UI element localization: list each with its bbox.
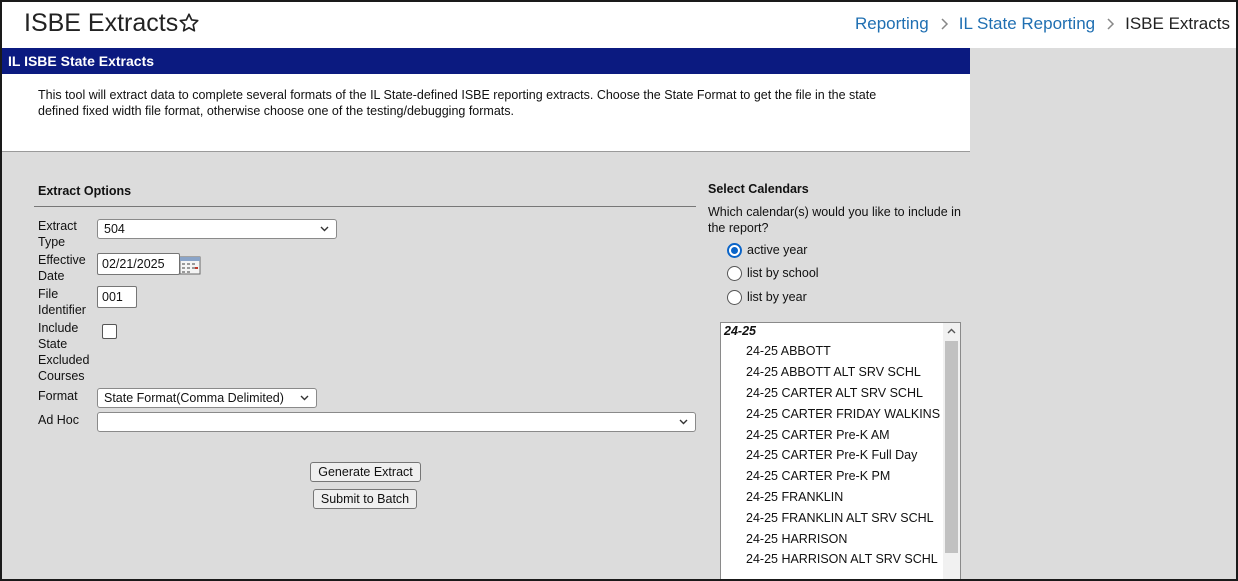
select-calendars-heading: Select Calendars bbox=[708, 182, 809, 196]
chevron-down-icon bbox=[679, 419, 688, 425]
page-header: ISBE Extracts Reporting IL State Reporti… bbox=[2, 2, 1236, 48]
breadcrumb-il-state-reporting[interactable]: IL State Reporting bbox=[959, 14, 1095, 34]
calendar-option[interactable]: 24-25 ABBOTT ALT SRV SCHL bbox=[746, 365, 943, 379]
calendar-option[interactable]: 24-25 CARTER ALT SRV SCHL bbox=[746, 386, 943, 400]
breadcrumb-reporting[interactable]: Reporting bbox=[855, 14, 929, 34]
radio-active-year-label: active year bbox=[747, 243, 808, 257]
page-title: ISBE Extracts bbox=[24, 9, 179, 37]
extract-type-label: Extract Type bbox=[38, 219, 77, 249]
include-excluded-checkbox[interactable] bbox=[102, 324, 117, 339]
chevron-down-icon bbox=[320, 226, 329, 232]
extract-options-heading: Extract Options bbox=[38, 184, 132, 198]
calendar-option[interactable]: 24-25 FRANKLIN ALT SRV SCHL bbox=[746, 511, 943, 525]
ad-hoc-label: Ad Hoc bbox=[38, 413, 79, 427]
format-label: Format bbox=[38, 389, 78, 403]
file-identifier-label: File Identifier bbox=[38, 287, 86, 317]
calendar-option[interactable]: 24-25 CARTER Pre-K PM bbox=[746, 469, 943, 483]
scrollbar-thumb[interactable] bbox=[945, 341, 958, 553]
star-icon[interactable] bbox=[178, 12, 200, 34]
calendar-option[interactable]: 24-25 ABBOTT bbox=[746, 344, 943, 358]
app-window: ISBE Extracts Reporting IL State Reporti… bbox=[0, 0, 1238, 581]
calendar-option[interactable]: 24-25 HARRISON bbox=[746, 532, 943, 546]
radio-list-by-school-label: list by school bbox=[747, 266, 819, 280]
listbox-scrollbar[interactable] bbox=[943, 323, 960, 579]
intro-box: This tool will extract data to complete … bbox=[2, 74, 970, 152]
calendar-option[interactable]: 24-25 CARTER FRIDAY WALKINS bbox=[746, 407, 943, 421]
calendar-option[interactable]: 24-25 HARRISON ALT SRV SCHL bbox=[746, 552, 943, 566]
include-excluded-label: Include State Excluded Courses bbox=[38, 321, 90, 383]
file-identifier-input[interactable]: 001 bbox=[97, 286, 137, 308]
format-select[interactable]: State Format(Comma Delimited) bbox=[97, 388, 317, 408]
breadcrumb: Reporting IL State Reporting ISBE Extrac… bbox=[855, 14, 1230, 34]
calendar-group-label: 24-25 bbox=[724, 324, 756, 338]
extract-type-select[interactable]: 504 bbox=[97, 219, 337, 239]
radio-list-by-year[interactable] bbox=[727, 290, 742, 305]
panel-title: IL ISBE State Extracts bbox=[2, 48, 970, 74]
extract-form: Extract Options Extract Type 504 Effecti… bbox=[2, 152, 970, 579]
scroll-up-arrow-icon[interactable] bbox=[947, 328, 956, 334]
calendar-option[interactable]: 24-25 CARTER Pre-K Full Day bbox=[746, 448, 943, 462]
radio-list-by-year-label: list by year bbox=[747, 290, 807, 304]
calendar-listbox[interactable]: 24-25 24-25 ABBOTT 24-25 ABBOTT ALT SRV … bbox=[720, 322, 961, 579]
generate-extract-button[interactable]: Generate Extract bbox=[310, 462, 421, 482]
radio-list-by-school[interactable] bbox=[727, 266, 742, 281]
submit-to-batch-button[interactable]: Submit to Batch bbox=[313, 489, 417, 509]
effective-date-label: Effective Date bbox=[38, 253, 86, 283]
intro-description: This tool will extract data to complete … bbox=[38, 88, 877, 118]
chevron-right-icon bbox=[941, 18, 948, 30]
radio-active-year[interactable] bbox=[727, 243, 742, 258]
calendar-option[interactable]: 24-25 FRANKLIN bbox=[746, 490, 943, 504]
chevron-down-icon bbox=[300, 395, 309, 401]
chevron-right-icon bbox=[1107, 18, 1115, 30]
calendars-question: Which calendar(s) would you like to incl… bbox=[708, 205, 961, 235]
format-value: State Format(Comma Delimited) bbox=[104, 391, 284, 405]
effective-date-input[interactable]: 02/21/2025 bbox=[97, 253, 180, 275]
calendar-option[interactable]: 24-25 CARTER Pre-K AM bbox=[746, 428, 943, 442]
extract-type-value: 504 bbox=[104, 222, 125, 236]
calendar-icon[interactable] bbox=[179, 255, 201, 275]
section-divider bbox=[34, 206, 696, 207]
workspace: IL ISBE State Extracts This tool will ex… bbox=[2, 48, 1236, 579]
ad-hoc-select[interactable] bbox=[97, 412, 696, 432]
breadcrumb-current: ISBE Extracts bbox=[1125, 14, 1230, 33]
